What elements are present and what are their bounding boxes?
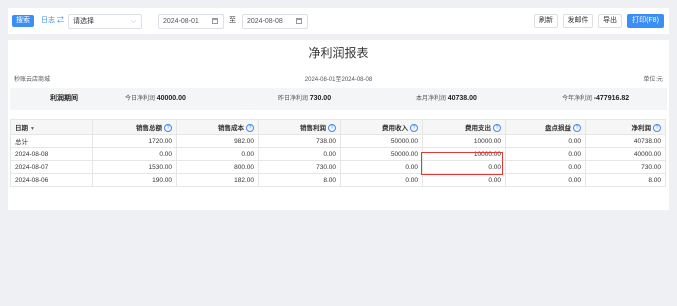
yesterday-value: 730.00 <box>309 95 332 102</box>
search-button[interactable]: 搜索 <box>12 15 34 27</box>
table-cell: 0.00 <box>505 134 586 148</box>
col-expense-income: 费用收入? <box>340 119 423 135</box>
table-cell: 2024-08-08 <box>10 147 93 161</box>
table-cell: 1720.00 <box>92 134 177 148</box>
report-title: 净利润报表 <box>308 46 369 60</box>
table-cell: 800.00 <box>176 160 259 174</box>
table-cell: 0.00 <box>258 147 341 161</box>
help-icon[interactable]: ? <box>246 124 254 133</box>
sort-caret-icon: ▼ <box>30 126 35 132</box>
table-cell-highlighted: 10000.00 <box>422 147 506 161</box>
table-cell: 总计 <box>10 134 93 148</box>
year-value: -477916.82 <box>593 95 630 102</box>
help-icon[interactable]: ? <box>164 124 172 133</box>
table-cell: 0.00 <box>340 173 423 187</box>
select-placeholder: 请选择 <box>73 18 94 25</box>
calendar-icon <box>212 18 218 24</box>
year-label: 今年净利润 <box>562 96 593 102</box>
table-cell: 40738.00 <box>585 134 666 148</box>
month-label: 本月净利润 <box>416 96 447 102</box>
table-cell: 0.00 <box>422 173 506 187</box>
log-link[interactable]: 日志 ⇄ <box>41 15 64 27</box>
toolbar: 搜索 日志 ⇄ 请选择 ⌵ 2024-08-01 至 2024-08-08 刷新… <box>8 8 669 34</box>
help-icon[interactable]: ? <box>653 124 661 133</box>
col-inventory-gain-loss: 盘点损益? <box>505 119 586 135</box>
table-cell: 10000.00 <box>422 134 506 148</box>
profit-table: 日期 ▼ 销售总额? 销售成本? 销售利润? 费用收入? 费用支出? 盘点损益? … <box>10 119 666 187</box>
summary-today: 今日净利润 40000.00 <box>125 88 186 110</box>
table-cell: 0.00 <box>176 147 259 161</box>
table-cell: 1530.00 <box>92 160 177 174</box>
date-separator: 至 <box>229 17 236 24</box>
table-cell: 8.00 <box>585 173 666 187</box>
table-cell: 0.00 <box>340 160 423 174</box>
refresh-button[interactable]: 刷新 <box>534 14 558 28</box>
col-net-profit: 净利润? <box>585 119 666 135</box>
col-sales-total: 销售总额? <box>92 119 177 135</box>
table-row[interactable]: 总计 1720.00 982.00 738.00 50000.00 10000.… <box>10 134 666 148</box>
table-cell: 0.00 <box>92 147 177 161</box>
date-end-value: 2024-08-08 <box>247 18 283 25</box>
table-row[interactable]: 2024-08-06 190.00 182.00 8.00 0.00 0.00 … <box>10 173 666 187</box>
month-value: 40738.00 <box>447 95 477 102</box>
shop-select[interactable]: 请选择 ⌵ <box>68 14 142 29</box>
send-mail-button[interactable]: 发邮件 <box>563 14 593 28</box>
table-cell: 190.00 <box>92 173 177 187</box>
table-cell: 2024-08-06 <box>10 173 93 187</box>
summary-bar: 利润期间 今日净利润 40000.00 昨日净利润 730.00 本月净利润 4… <box>10 88 667 110</box>
table-cell: 0.00 <box>505 147 586 161</box>
log-label: 日志 <box>41 17 55 24</box>
table-row[interactable]: 2024-08-08 0.00 0.00 0.00 50000.00 10000… <box>10 147 666 161</box>
calendar-icon <box>296 18 302 24</box>
help-icon[interactable]: ? <box>493 124 501 133</box>
col-sales-cost: 销售成本? <box>176 119 259 135</box>
table-cell: 0.00 <box>422 160 506 174</box>
date-start-value: 2024-08-01 <box>163 18 199 25</box>
table-header-row: 日期 ▼ 销售总额? 销售成本? 销售利润? 费用收入? 费用支出? 盘点损益? … <box>10 119 666 135</box>
table-cell: 730.00 <box>258 160 341 174</box>
table-cell: 0.00 <box>505 160 586 174</box>
table-cell: 182.00 <box>176 173 259 187</box>
table-cell: 8.00 <box>258 173 341 187</box>
table-cell: 2024-08-07 <box>10 160 93 174</box>
today-label: 今日净利润 <box>125 96 156 102</box>
table-cell: 982.00 <box>176 134 259 148</box>
unit-label: 单位:元 <box>643 77 663 83</box>
today-value: 40000.00 <box>156 95 186 102</box>
table-cell: 0.00 <box>505 173 586 187</box>
table-cell: 738.00 <box>258 134 341 148</box>
report-period: 2024-08-01至2024-08-08 <box>304 77 373 83</box>
report-panel: 净利润报表 秒账云店商城 2024-08-01至2024-08-08 单位:元 … <box>8 40 669 210</box>
help-icon[interactable]: ? <box>573 124 581 133</box>
export-button[interactable]: 导出 <box>598 14 622 28</box>
help-icon[interactable]: ? <box>410 124 418 133</box>
link-icon: ⇄ <box>56 17 64 24</box>
print-button[interactable]: 打印(F8) <box>627 14 664 28</box>
table-cell: 50000.00 <box>340 147 423 161</box>
help-icon[interactable]: ? <box>328 124 336 133</box>
summary-yesterday: 昨日净利润 730.00 <box>278 88 331 110</box>
date-start-field[interactable]: 2024-08-01 <box>158 14 224 29</box>
table-cell: 50000.00 <box>340 134 423 148</box>
summary-month: 本月净利润 40738.00 <box>416 88 477 110</box>
period-label: 利润期间 <box>50 95 78 102</box>
summary-period: 利润期间 <box>50 88 78 110</box>
col-sales-profit: 销售利润? <box>258 119 341 135</box>
table-cell: 730.00 <box>585 160 666 174</box>
col-expense-out: 费用支出? <box>422 119 506 135</box>
chevron-down-icon: ⌵ <box>130 18 136 25</box>
table-row[interactable]: 2024-08-07 1530.00 800.00 730.00 0.00 0.… <box>10 160 666 174</box>
summary-year: 今年净利润 -477916.82 <box>562 88 629 110</box>
date-end-field[interactable]: 2024-08-08 <box>242 14 308 29</box>
yesterday-label: 昨日净利润 <box>278 96 309 102</box>
col-date[interactable]: 日期 ▼ <box>10 119 93 135</box>
table-cell: 40000.00 <box>585 147 666 161</box>
